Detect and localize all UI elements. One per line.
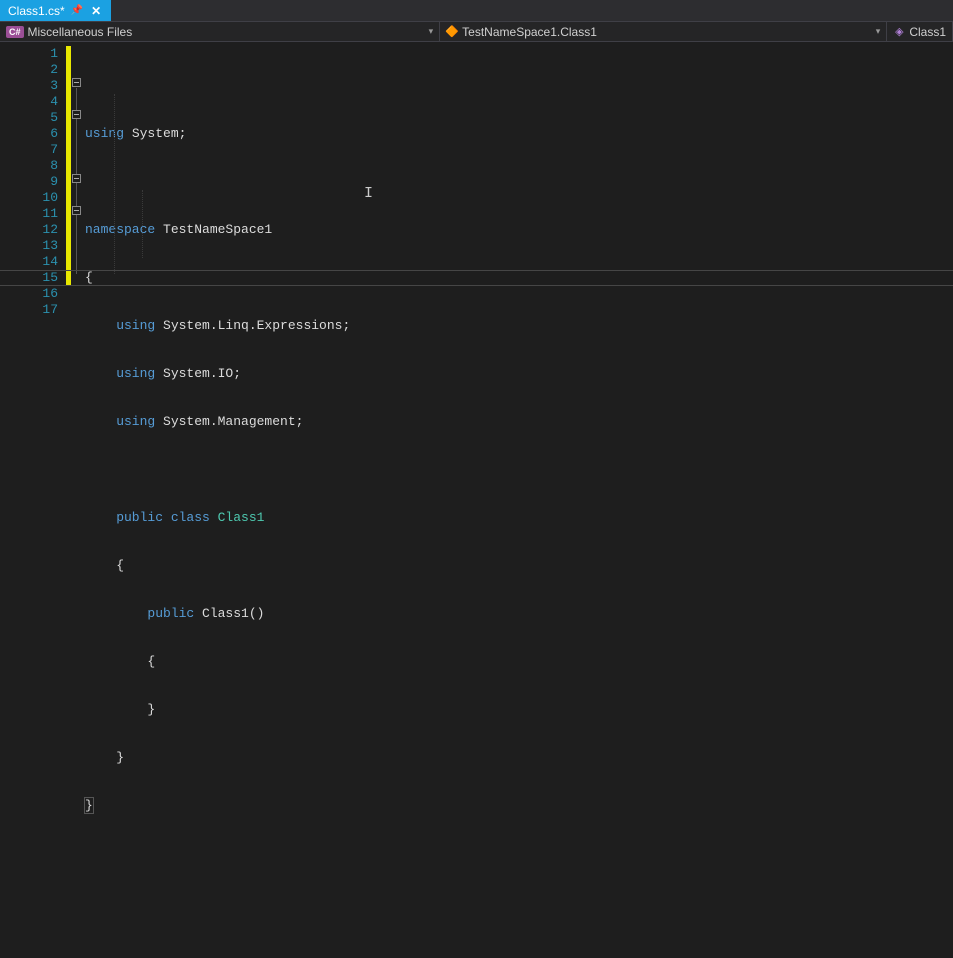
- line-number: 7: [0, 142, 58, 158]
- member-name: Class1: [909, 25, 946, 39]
- code-token: using: [85, 414, 155, 429]
- line-number: 13: [0, 238, 58, 254]
- class-icon: 🔶: [446, 26, 458, 38]
- line-number: 16: [0, 286, 58, 302]
- code-area[interactable]: using System; namespace TestNameSpace1 {…: [85, 42, 953, 606]
- close-icon[interactable]: ✕: [89, 4, 103, 18]
- code-token: using: [85, 318, 155, 333]
- line-number: 6: [0, 126, 58, 142]
- chevron-down-icon: ▾: [876, 26, 881, 37]
- code-token: public: [85, 510, 163, 525]
- code-token: System;: [124, 126, 186, 141]
- line-number-gutter: 1 2 3 4 5 6 7 8 9 10 11 12 13 14 15 16 1…: [0, 42, 66, 606]
- code-token: TestNameSpace1: [155, 222, 272, 237]
- code-token: class: [163, 510, 210, 525]
- line-number: 5: [0, 110, 58, 126]
- fold-column: [71, 42, 85, 606]
- line-number: 3: [0, 78, 58, 94]
- fold-toggle[interactable]: [72, 206, 81, 215]
- code-token: using: [85, 366, 155, 381]
- navigation-bar: C# Miscellaneous Files ▾ 🔶 TestNameSpace…: [0, 22, 953, 42]
- code-token: {: [85, 558, 124, 573]
- code-token: Class1(): [194, 606, 264, 621]
- line-number: 17: [0, 302, 58, 318]
- code-editor[interactable]: 1 2 3 4 5 6 7 8 9 10 11 12 13 14 15 16 1…: [0, 42, 953, 606]
- indent-guide: [142, 190, 143, 258]
- line-number: 8: [0, 158, 58, 174]
- line-number: 14: [0, 254, 58, 270]
- csharp-icon: C#: [6, 26, 24, 38]
- code-token: System.Management;: [155, 414, 303, 429]
- line-number: 9: [0, 174, 58, 190]
- member-dropdown[interactable]: ◈ Class1: [887, 22, 953, 41]
- line-number: 1: [0, 46, 58, 62]
- class-dropdown[interactable]: 🔶 TestNameSpace1.Class1 ▾: [440, 22, 887, 41]
- tab-title: Class1.cs*: [8, 4, 65, 18]
- pin-icon[interactable]: 📌: [71, 5, 83, 16]
- chevron-down-icon: ▾: [429, 26, 434, 37]
- code-token: }: [85, 702, 155, 717]
- code-token: System.IO;: [155, 366, 241, 381]
- class-name: TestNameSpace1.Class1: [462, 25, 597, 39]
- line-number: 10: [0, 190, 58, 206]
- code-token: namespace: [85, 222, 155, 237]
- fold-toggle[interactable]: [72, 78, 81, 87]
- code-token: public: [85, 606, 194, 621]
- project-dropdown[interactable]: C# Miscellaneous Files ▾: [0, 22, 440, 41]
- project-name: Miscellaneous Files: [28, 25, 133, 39]
- code-token: System.Linq.Expressions;: [155, 318, 350, 333]
- code-token: Class1: [210, 510, 265, 525]
- method-icon: ◈: [893, 26, 905, 38]
- file-tab[interactable]: Class1.cs* 📌 ✕: [0, 0, 111, 21]
- code-token: }: [85, 750, 124, 765]
- line-number: 12: [0, 222, 58, 238]
- code-token: }: [85, 798, 93, 813]
- fold-toggle[interactable]: [72, 110, 81, 119]
- tab-bar: Class1.cs* 📌 ✕: [0, 0, 953, 22]
- line-number: 15: [0, 270, 58, 286]
- code-token: using: [85, 126, 124, 141]
- indent-guide: [114, 94, 115, 274]
- line-number: 4: [0, 94, 58, 110]
- line-number: 11: [0, 206, 58, 222]
- line-number: 2: [0, 62, 58, 78]
- fold-toggle[interactable]: [72, 174, 81, 183]
- text-cursor-icon: I: [364, 186, 373, 202]
- code-token: {: [85, 270, 93, 285]
- code-token: {: [85, 654, 155, 669]
